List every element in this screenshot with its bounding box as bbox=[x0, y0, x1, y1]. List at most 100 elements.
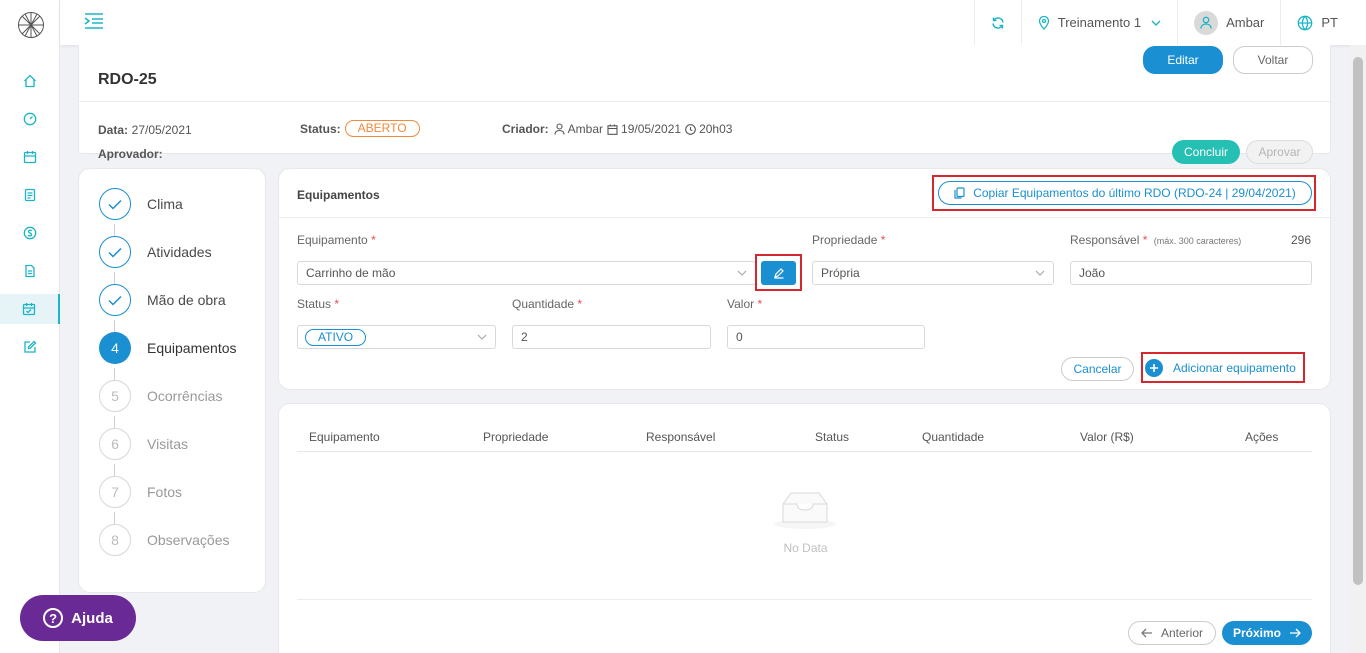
home-icon[interactable] bbox=[0, 66, 60, 96]
cancel-button[interactable]: Cancelar bbox=[1061, 357, 1134, 381]
logo-icon[interactable] bbox=[17, 11, 45, 39]
status-select[interactable]: ATIVO bbox=[297, 325, 496, 349]
required-mark: * bbox=[577, 297, 583, 311]
required-mark: * bbox=[880, 233, 886, 247]
responsible-input[interactable]: João bbox=[1070, 261, 1312, 285]
language-code: PT bbox=[1321, 15, 1338, 30]
quantity-value: 2 bbox=[521, 330, 528, 344]
step-connector bbox=[114, 512, 115, 524]
clock-icon bbox=[685, 123, 696, 135]
edit-button[interactable]: Editar bbox=[1143, 46, 1223, 74]
equipment-field-label: Equipamento * bbox=[297, 233, 376, 247]
step-atividades[interactable]: Atividades bbox=[99, 236, 212, 268]
finance-icon[interactable] bbox=[0, 218, 60, 248]
equipment-form-card: Equipamentos Copiar Equipamentos do últi… bbox=[278, 168, 1332, 390]
edit-note-icon[interactable] bbox=[0, 332, 60, 362]
cancel-button-label: Cancelar bbox=[1073, 362, 1122, 376]
equipment-select[interactable]: Carrinho de mão bbox=[297, 261, 756, 285]
step-connector bbox=[114, 368, 115, 380]
page-scrollbar[interactable] bbox=[1350, 45, 1366, 653]
step-label: Ocorrências bbox=[147, 388, 223, 404]
status-info: Status: ABERTO bbox=[300, 120, 420, 137]
step-done-circle bbox=[99, 284, 131, 316]
copy-equipment-button[interactable]: Copiar Equipamentos do último RDO (RDO-2… bbox=[938, 181, 1312, 205]
add-button-label: Adicionar equipamento bbox=[1173, 361, 1296, 375]
chevron-down-icon bbox=[477, 334, 487, 340]
column-header: Propriedade bbox=[483, 430, 549, 444]
creator-name: Ambar bbox=[567, 122, 604, 136]
step-equipamentos[interactable]: 4 Equipamentos bbox=[99, 332, 237, 364]
menu-toggle-icon[interactable] bbox=[84, 12, 104, 30]
report-icon[interactable] bbox=[0, 180, 60, 210]
plus-icon bbox=[1145, 359, 1163, 377]
user-icon bbox=[554, 123, 565, 135]
column-header: Quantidade bbox=[922, 430, 985, 444]
quantity-input[interactable]: 2 bbox=[512, 325, 711, 349]
rdo-header-card: Editar Voltar RDO-25 Data: 27/05/2021 Ap… bbox=[78, 45, 1332, 164]
created-time: 20h03 bbox=[699, 122, 733, 136]
add-equipment-button[interactable]: Adicionar equipamento bbox=[1145, 357, 1301, 379]
scrollbar-thumb[interactable] bbox=[1353, 57, 1363, 585]
equipment-table-card: Equipamento Propriedade Responsável Stat… bbox=[278, 403, 1331, 653]
next-button[interactable]: Próximo bbox=[1222, 621, 1312, 645]
user-menu[interactable]: Ambar bbox=[1177, 0, 1280, 45]
help-icon: ? bbox=[43, 608, 64, 628]
approve-button[interactable]: Aprovar bbox=[1246, 140, 1313, 164]
responsible-field-label: Responsável * (máx. 300 caracteres) bbox=[1070, 233, 1241, 247]
date-label: Data: bbox=[98, 123, 129, 137]
next-button-label: Próximo bbox=[1232, 626, 1281, 640]
step-clima[interactable]: Clima bbox=[99, 188, 183, 220]
rdo-calendar-icon[interactable] bbox=[0, 294, 60, 324]
sidebar bbox=[0, 0, 60, 653]
column-header: Ações bbox=[1245, 430, 1279, 444]
required-mark: * bbox=[371, 233, 376, 247]
value-input[interactable]: 0 bbox=[727, 325, 925, 349]
step-number: 7 bbox=[99, 476, 131, 508]
responsible-hint: (máx. 300 caracteres) bbox=[1153, 236, 1242, 246]
help-button[interactable]: ? Ajuda bbox=[20, 595, 136, 641]
project-selector[interactable]: Treinamento 1 bbox=[1020, 0, 1177, 45]
step-number: 8 bbox=[99, 524, 131, 556]
column-header: Status bbox=[815, 430, 850, 444]
refresh-button[interactable] bbox=[973, 0, 1021, 45]
property-value: Própria bbox=[821, 266, 860, 280]
previous-button[interactable]: Anterior bbox=[1128, 621, 1216, 645]
step-visitas[interactable]: 6 Visitas bbox=[99, 428, 188, 460]
arrow-left-icon bbox=[1141, 628, 1152, 638]
dashboard-icon[interactable] bbox=[0, 104, 60, 134]
edit-equipment-button[interactable] bbox=[761, 261, 796, 285]
check-icon bbox=[108, 199, 122, 210]
status-label: Status: bbox=[300, 121, 341, 136]
step-connector bbox=[114, 272, 115, 284]
step-connector bbox=[114, 464, 115, 476]
step-label: Visitas bbox=[147, 436, 188, 452]
step-connector bbox=[114, 320, 115, 332]
check-icon bbox=[108, 247, 122, 258]
step-ocorrencias[interactable]: 5 Ocorrências bbox=[99, 380, 222, 412]
back-button-label: Voltar bbox=[1257, 53, 1289, 67]
globe-icon bbox=[1298, 15, 1313, 30]
status-tag: ATIVO bbox=[305, 328, 367, 346]
step-fotos[interactable]: 7 Fotos bbox=[99, 476, 182, 508]
project-name: Treinamento 1 bbox=[1057, 15, 1142, 30]
approver-label: Aprovador: bbox=[98, 147, 163, 161]
column-header: Valor (R$) bbox=[1080, 430, 1134, 444]
step-mao-de-obra[interactable]: Mão de obra bbox=[99, 284, 226, 316]
step-number: 5 bbox=[99, 380, 131, 412]
back-button[interactable]: Voltar bbox=[1233, 46, 1313, 74]
step-label: Atividades bbox=[147, 244, 212, 260]
column-header: Equipamento bbox=[309, 430, 380, 444]
equipment-label-text: Equipamento bbox=[297, 233, 368, 247]
conclude-button[interactable]: Concluir bbox=[1172, 140, 1240, 164]
property-field-label: Propriedade * bbox=[812, 233, 885, 247]
calendar-icon[interactable] bbox=[0, 142, 60, 172]
status-field-label: Status * bbox=[297, 297, 339, 311]
document-icon[interactable] bbox=[0, 256, 60, 286]
responsible-char-count: 296 bbox=[1291, 233, 1312, 247]
step-observacoes[interactable]: 8 Observações bbox=[99, 524, 229, 556]
property-select[interactable]: Própria bbox=[812, 261, 1054, 285]
date-info: Data: 27/05/2021 bbox=[98, 122, 192, 137]
language-selector[interactable]: PT bbox=[1280, 0, 1338, 45]
responsible-label-text: Responsável bbox=[1070, 233, 1140, 247]
conclude-button-label: Concluir bbox=[1183, 145, 1228, 159]
